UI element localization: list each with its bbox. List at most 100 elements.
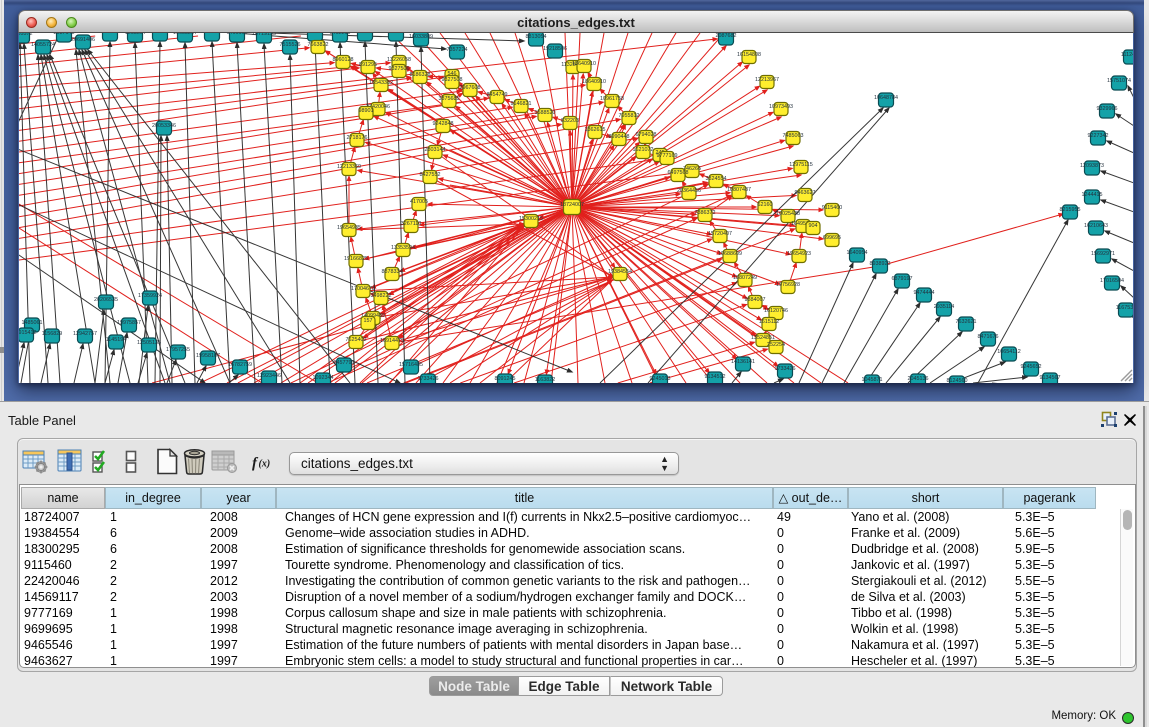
svg-text:14136141: 14136141 bbox=[731, 359, 755, 365]
svg-text:8813054: 8813054 bbox=[526, 34, 547, 40]
svg-text:1163254: 1163254 bbox=[125, 33, 146, 36]
svg-text:19958107: 19958107 bbox=[196, 353, 220, 359]
svg-text:1621072: 1621072 bbox=[633, 147, 654, 153]
svg-text:1045871: 1045871 bbox=[862, 377, 883, 383]
svg-text:10648784: 10648784 bbox=[874, 95, 898, 101]
svg-text:9327506: 9327506 bbox=[389, 66, 410, 72]
svg-text:2803144: 2803144 bbox=[425, 147, 446, 153]
svg-text:15692971: 15692971 bbox=[1091, 251, 1115, 257]
svg-text:16782759: 16782759 bbox=[228, 362, 252, 368]
svg-text:12213369: 12213369 bbox=[337, 164, 361, 170]
svg-text:9115460: 9115460 bbox=[822, 205, 843, 211]
svg-text:3824554: 3824554 bbox=[706, 176, 727, 182]
svg-text:699695: 699695 bbox=[823, 235, 841, 241]
svg-text:9245652: 9245652 bbox=[1021, 364, 1042, 370]
svg-text:8471676: 8471676 bbox=[978, 334, 999, 340]
svg-text:1733426: 1733426 bbox=[418, 376, 439, 382]
svg-text:10671355: 10671355 bbox=[303, 33, 327, 35]
svg-text:9146821: 9146821 bbox=[511, 101, 532, 107]
svg-text:1615112: 1615112 bbox=[759, 319, 780, 325]
svg-text:9457791: 9457791 bbox=[334, 360, 355, 366]
svg-text:8427552: 8427552 bbox=[420, 172, 441, 178]
svg-text:8186328: 8186328 bbox=[410, 72, 431, 78]
svg-text:3875685: 3875685 bbox=[439, 96, 460, 102]
svg-text:14055724: 14055724 bbox=[31, 42, 55, 48]
svg-text:18640910: 18640910 bbox=[572, 61, 596, 67]
svg-text:1485061: 1485061 bbox=[22, 320, 43, 326]
svg-text:16033809: 16033809 bbox=[409, 34, 433, 40]
svg-text:2718176: 2718176 bbox=[347, 135, 368, 141]
svg-text:16120746: 16120746 bbox=[764, 308, 788, 314]
svg-text:12505135: 12505135 bbox=[137, 340, 161, 346]
svg-text:7955812: 7955812 bbox=[619, 113, 640, 119]
svg-text:17359924: 17359924 bbox=[138, 293, 162, 299]
svg-text:12923446: 12923446 bbox=[257, 373, 281, 379]
svg-text:9906120: 9906120 bbox=[100, 33, 121, 35]
svg-text:19654923: 19654923 bbox=[787, 251, 811, 257]
svg-text:17016504: 17016504 bbox=[1100, 278, 1124, 284]
svg-text:2087682: 2087682 bbox=[716, 33, 737, 39]
svg-text:2935114: 2935114 bbox=[934, 304, 955, 310]
svg-text:3267110: 3267110 bbox=[401, 221, 422, 227]
svg-text:18807249: 18807249 bbox=[733, 275, 757, 281]
svg-text:19384554: 19384554 bbox=[608, 269, 632, 275]
svg-text:891295: 891295 bbox=[359, 62, 377, 68]
svg-text:3498222: 3498222 bbox=[371, 293, 392, 299]
svg-text:9463627: 9463627 bbox=[795, 190, 816, 196]
svg-text:18640910: 18640910 bbox=[582, 79, 606, 85]
svg-text:2045136: 2045136 bbox=[908, 376, 929, 382]
svg-text:20691406: 20691406 bbox=[71, 37, 95, 43]
svg-text:1163822: 1163822 bbox=[535, 377, 556, 383]
svg-text:19975857: 19975857 bbox=[117, 320, 141, 326]
svg-text:13226058: 13226058 bbox=[387, 57, 411, 63]
svg-text:10973493: 10973493 bbox=[769, 104, 793, 110]
svg-text:7515526: 7515526 bbox=[280, 42, 301, 48]
svg-text:1082455: 1082455 bbox=[355, 33, 376, 35]
svg-text:8215955: 8215955 bbox=[1060, 207, 1081, 213]
svg-text:10719155: 10719155 bbox=[252, 33, 276, 37]
svg-text:(x): (x) bbox=[259, 459, 271, 470]
svg-text:3915412: 3915412 bbox=[19, 330, 37, 336]
svg-text:8878334: 8878334 bbox=[382, 269, 403, 275]
svg-text:9134567: 9134567 bbox=[1040, 375, 1061, 381]
svg-text:13524851: 13524851 bbox=[751, 335, 775, 341]
svg-text:9134512: 9134512 bbox=[705, 374, 726, 380]
svg-text:9777169: 9777169 bbox=[657, 153, 678, 159]
svg-text:1405572: 1405572 bbox=[19, 33, 33, 37]
svg-text:1112458: 1112458 bbox=[1121, 52, 1133, 58]
svg-text:12942757: 12942757 bbox=[73, 331, 97, 337]
svg-text:7485063: 7485063 bbox=[783, 133, 804, 139]
svg-text:1145194: 1145194 bbox=[106, 337, 127, 343]
svg-text:1362615: 1362615 bbox=[585, 127, 606, 133]
svg-text:20053346: 20053346 bbox=[152, 123, 176, 129]
svg-text:16154808: 16154808 bbox=[737, 52, 761, 58]
svg-text:7357224: 7357224 bbox=[447, 47, 468, 53]
svg-text:7632621: 7632621 bbox=[956, 319, 977, 325]
svg-text:1588520: 1588520 bbox=[535, 110, 556, 116]
svg-text:1733426: 1733426 bbox=[775, 366, 796, 372]
svg-text:17004678: 17004678 bbox=[351, 286, 375, 292]
svg-text:8124560: 8124560 bbox=[947, 378, 968, 383]
svg-text:157: 157 bbox=[364, 318, 373, 324]
svg-text:19756928: 19756928 bbox=[776, 282, 800, 288]
svg-text:832203: 832203 bbox=[561, 118, 579, 124]
svg-text:8454749: 8454749 bbox=[487, 92, 508, 98]
svg-text:1527602: 1527602 bbox=[202, 33, 223, 35]
svg-text:10688609: 10688609 bbox=[718, 251, 742, 257]
svg-text:62160: 62160 bbox=[758, 202, 773, 208]
svg-text:12975115: 12975115 bbox=[789, 162, 813, 168]
svg-text:16914479: 16914479 bbox=[380, 338, 404, 344]
svg-text:1092344: 1092344 bbox=[313, 375, 334, 381]
svg-text:20364456: 20364456 bbox=[677, 188, 701, 194]
svg-text:10654112: 10654112 bbox=[997, 349, 1021, 355]
svg-text:2087145: 2087145 bbox=[54, 33, 75, 36]
svg-text:9884067: 9884067 bbox=[745, 297, 766, 303]
svg-text:17957255: 17957255 bbox=[166, 347, 190, 353]
svg-text:9327508: 9327508 bbox=[442, 77, 463, 83]
svg-text:15716485: 15716485 bbox=[399, 362, 423, 368]
svg-text:8990448: 8990448 bbox=[609, 134, 630, 140]
svg-text:8135541: 8135541 bbox=[386, 33, 407, 35]
svg-text:6466160: 6466160 bbox=[227, 33, 248, 36]
svg-text:8938923: 8938923 bbox=[870, 261, 891, 267]
svg-text:9474444: 9474444 bbox=[914, 290, 935, 296]
